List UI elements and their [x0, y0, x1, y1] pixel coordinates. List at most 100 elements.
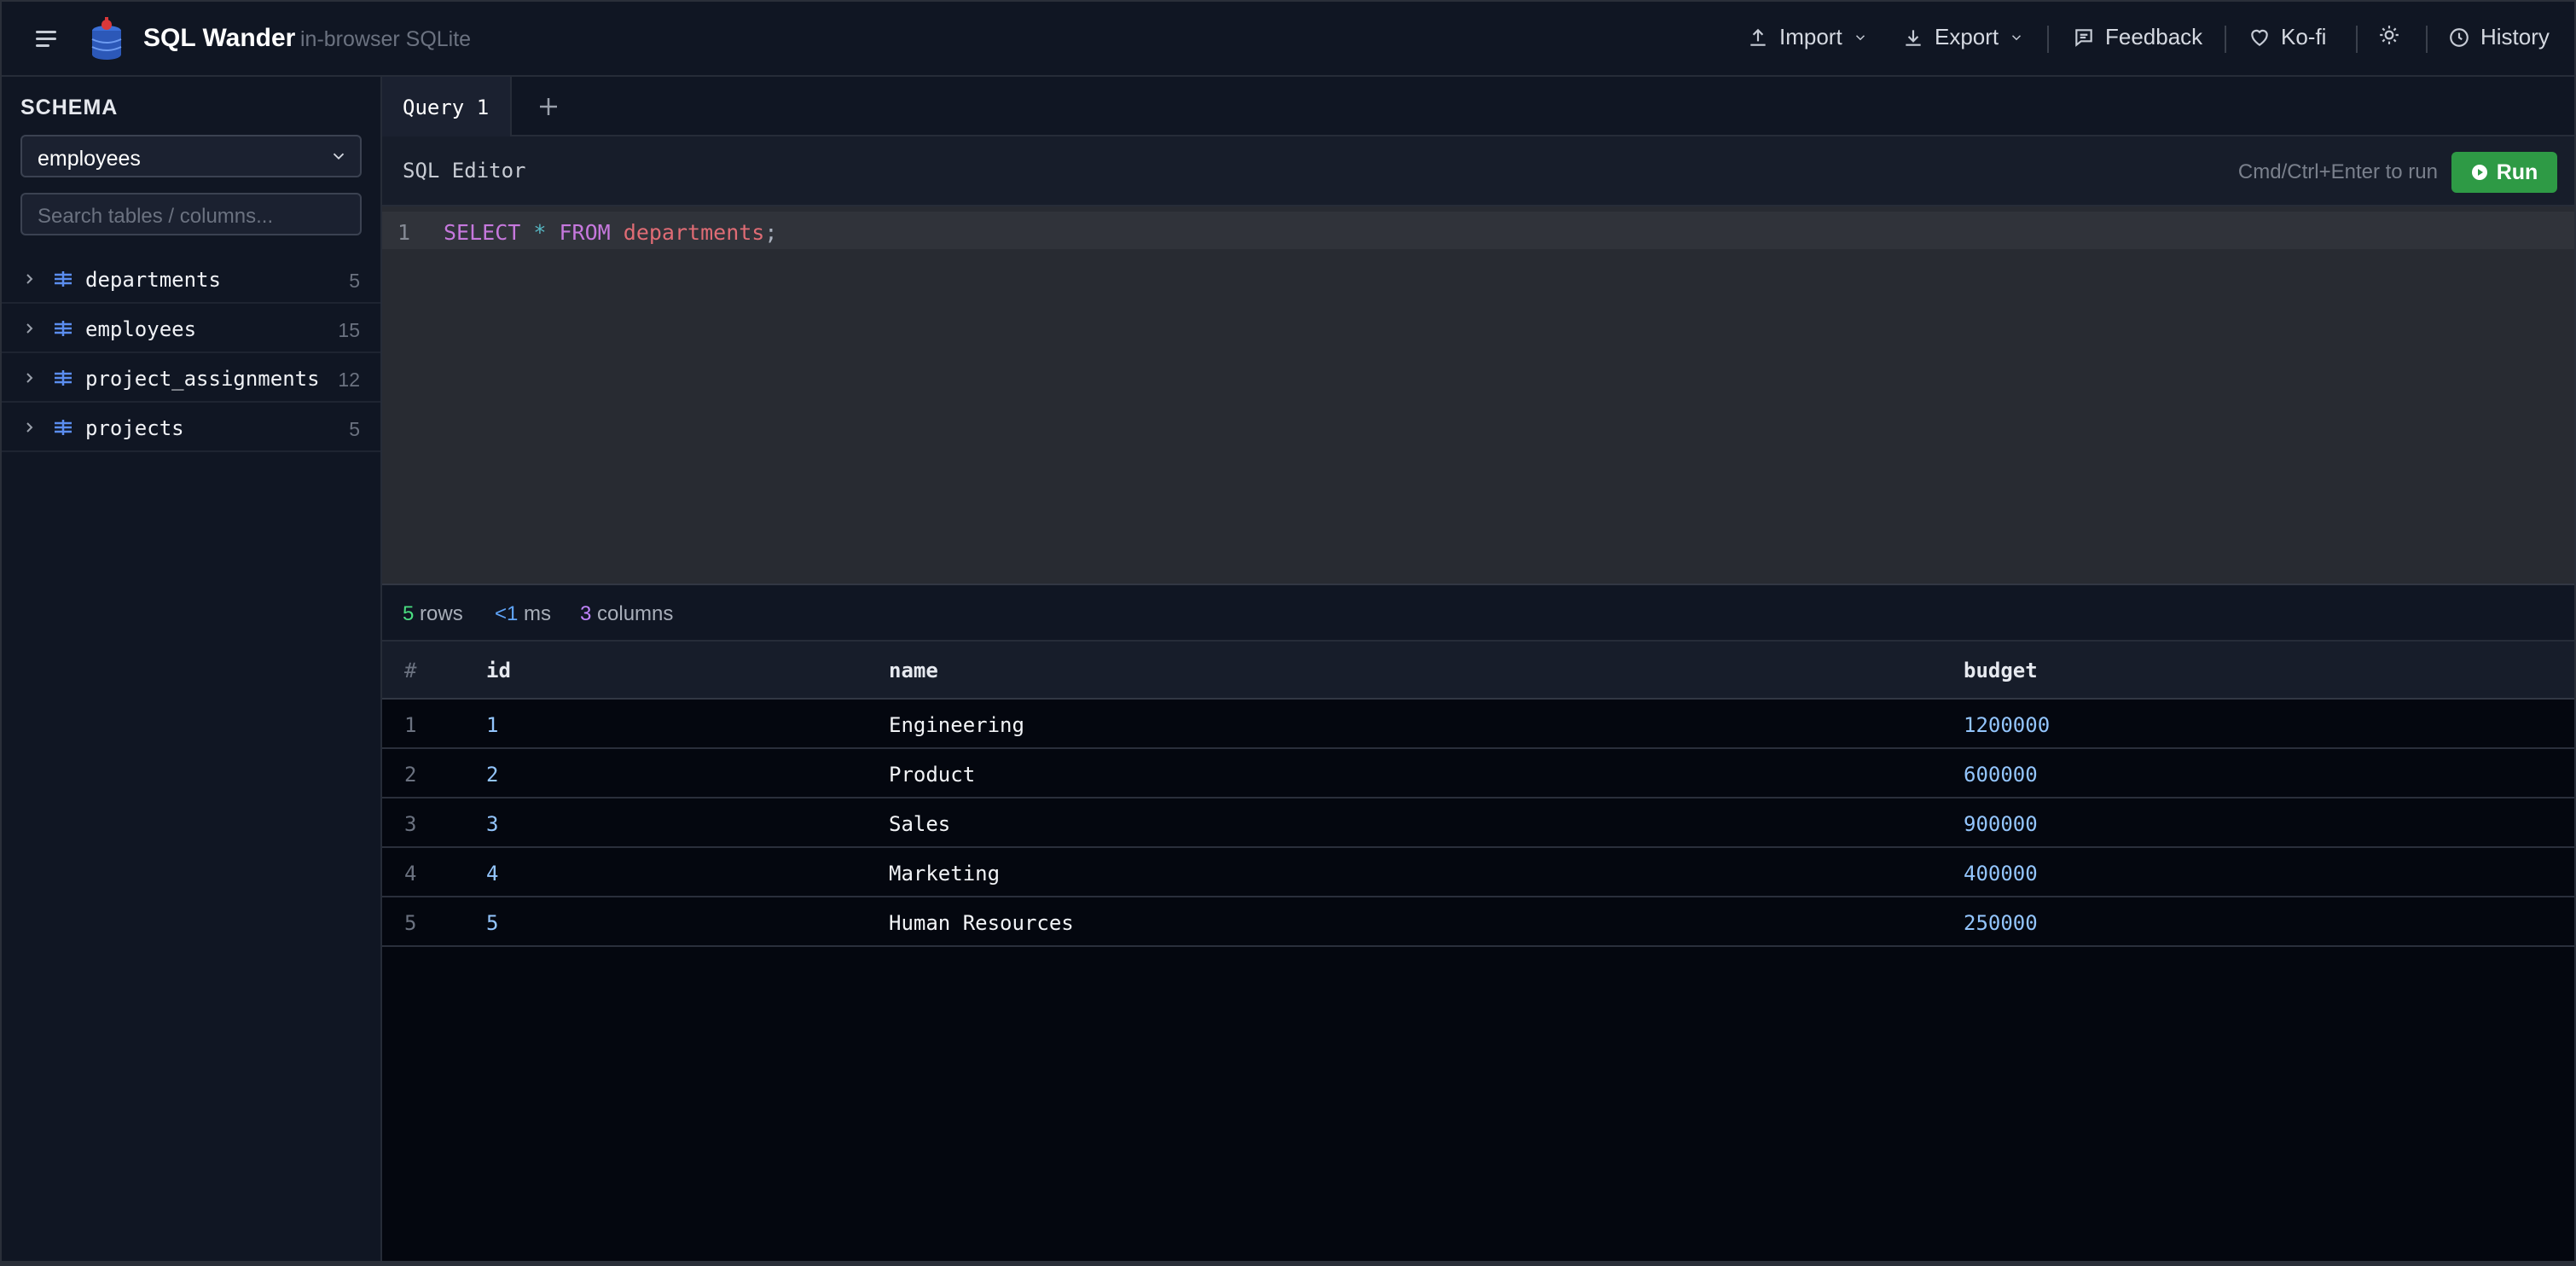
column-header-index: # [404, 659, 417, 682]
cell-id: 3 [486, 812, 499, 836]
chevron-right-icon[interactable] [24, 370, 36, 386]
plus-icon[interactable] [536, 94, 561, 119]
result-stats: 5 rows <1 ms 3 columns [382, 585, 2574, 642]
chevron-right-icon[interactable] [24, 321, 36, 336]
table-row[interactable]: 1 1 Engineering 1200000 [382, 700, 2574, 749]
row-index: 2 [404, 763, 417, 787]
cell-name: Engineering [889, 713, 1024, 737]
table-icon [55, 271, 72, 287]
menu-icon[interactable] [32, 27, 60, 51]
table-row-count: 12 [338, 369, 360, 391]
bottom-border [2, 1261, 2574, 1264]
header-divider [2225, 26, 2226, 53]
sql-operator: * [533, 220, 547, 245]
line-number: 1 [397, 220, 411, 245]
column-header-id[interactable]: id [486, 659, 511, 682]
table-search-input[interactable]: Search tables / columns... [20, 193, 362, 235]
table-name: project_assignments [85, 367, 320, 391]
table-name: employees [85, 317, 197, 341]
kofi-label: Ko-fi [2281, 24, 2327, 49]
table-list: departments 5 employees 15 project_assig… [2, 254, 380, 452]
chevron-down-icon [333, 153, 345, 160]
table-item[interactable]: project_assignments 12 [2, 353, 380, 403]
heart-icon [2251, 29, 2268, 46]
run-button[interactable]: Run [2451, 152, 2557, 193]
run-label: Run [2496, 160, 2538, 184]
table-header-row: # id name budget [382, 642, 2574, 700]
table-row[interactable]: 2 2 Product 600000 [382, 749, 2574, 799]
table-icon [55, 370, 72, 386]
table-row[interactable]: 4 4 Marketing 400000 [382, 848, 2574, 897]
app-subtitle: in-browser SQLite [300, 27, 472, 51]
time-stat: <1 ms [495, 602, 552, 625]
row-index: 3 [404, 812, 417, 836]
cell-id: 5 [486, 911, 499, 935]
table-icon [55, 321, 72, 336]
rows-stat: 5 rows [403, 602, 463, 625]
schema-sidebar: SCHEMA employees Search tables / columns… [2, 77, 382, 1264]
feedback-button[interactable]: Feedback [2073, 24, 2202, 50]
cell-budget: 1200000 [1964, 713, 2051, 737]
app-title: SQL Wander [143, 24, 296, 52]
sql-keyword: SELECT [444, 220, 521, 245]
sql-punctuation: ; [764, 220, 778, 245]
feedback-label: Feedback [2105, 24, 2203, 49]
message-icon [2075, 28, 2092, 47]
code-line: 1 SELECT * FROM departments; [382, 212, 2574, 249]
cell-id: 1 [486, 713, 499, 737]
schema-heading: SCHEMA [20, 96, 119, 119]
export-button[interactable]: Export [1902, 24, 2024, 50]
columns-stat: 3 columns [580, 602, 674, 625]
sun-icon [2380, 26, 2399, 44]
app-window: SQL Wander in-browser SQLite Import Expo… [0, 0, 2576, 1266]
table-row-count: 5 [349, 418, 360, 440]
column-header-budget[interactable]: budget [1964, 659, 2038, 682]
export-label: Export [1935, 24, 1999, 49]
row-index: 4 [404, 862, 417, 886]
history-button[interactable]: History [2448, 24, 2550, 50]
header-divider [2356, 26, 2358, 53]
table-item[interactable]: projects 5 [2, 403, 380, 452]
play-circle-icon [2471, 165, 2487, 180]
kofi-button[interactable]: Ko-fi [2248, 24, 2326, 50]
top-header: SQL Wander in-browser SQLite Import Expo… [2, 2, 2574, 77]
tab-query-1[interactable]: Query 1 [382, 77, 512, 136]
row-index: 5 [404, 911, 417, 935]
table-row[interactable]: 3 3 Sales 900000 [382, 799, 2574, 848]
table-row-count: 5 [349, 270, 360, 292]
sql-keyword: FROM [559, 220, 611, 245]
download-icon [1906, 29, 1921, 46]
code-text: SELECT * FROM departments; [444, 220, 777, 245]
cell-budget: 250000 [1964, 911, 2038, 935]
import-button[interactable]: Import [1747, 24, 1868, 50]
sql-editor[interactable]: 1 SELECT * FROM departments; [382, 206, 2574, 585]
sql-identifier: departments [623, 220, 765, 245]
table-item[interactable]: departments 5 [2, 254, 380, 304]
chevron-right-icon[interactable] [24, 271, 36, 287]
table-row-count: 15 [338, 319, 360, 341]
cell-name: Sales [889, 812, 951, 836]
table-name: projects [85, 416, 184, 440]
query-tab-bar: Query 1 [382, 77, 2574, 136]
table-name: departments [85, 268, 221, 292]
upload-icon [1750, 28, 1766, 46]
table-item[interactable]: employees 15 [2, 304, 380, 353]
results-table: # id name budget 1 1 Engineering 1200000… [382, 642, 2574, 947]
cell-name: Marketing [889, 862, 1001, 886]
cell-id: 4 [486, 862, 499, 886]
cell-budget: 600000 [1964, 763, 2038, 787]
column-header-name[interactable]: name [889, 659, 938, 682]
import-label: Import [1779, 24, 1842, 49]
chevron-right-icon[interactable] [24, 420, 36, 435]
theme-toggle-button[interactable] [2378, 24, 2400, 46]
clock-icon [2450, 27, 2469, 47]
database-select[interactable]: employees [20, 135, 362, 177]
run-shortcut-hint: Cmd/Ctrl+Enter to run [2237, 160, 2438, 183]
cell-id: 2 [486, 763, 499, 787]
cell-name: Product [889, 763, 976, 787]
row-index: 1 [404, 713, 417, 737]
history-label: History [2480, 24, 2550, 49]
table-row[interactable]: 5 5 Human Resources 250000 [382, 897, 2574, 947]
cell-name: Human Resources [889, 911, 1074, 935]
database-select-value: employees [38, 147, 141, 171]
